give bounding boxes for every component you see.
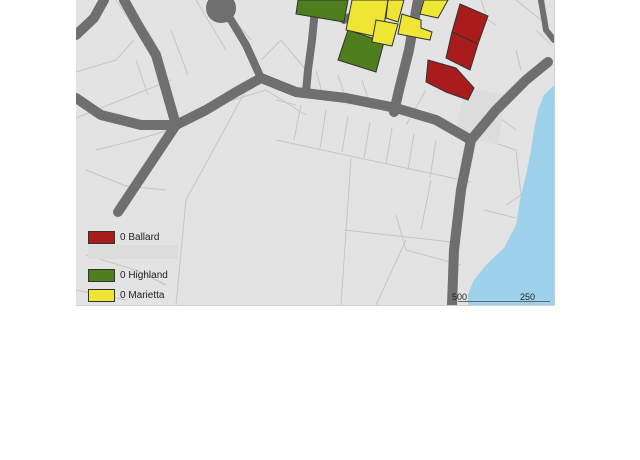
legend-item-ballard: 0 Ballard: [88, 230, 159, 244]
highlighted-parcels: [295, 0, 489, 101]
scale-bar: [458, 301, 550, 302]
parcel-marietta: [371, 19, 399, 47]
parcel-highland: [295, 0, 349, 23]
legend-item-highland: 0 Highland: [88, 268, 168, 282]
parcel-map[interactable]: 0 Ballard 0 Highland 0 Marietta 500 250: [76, 0, 555, 306]
legend-swatch-ballard: [88, 230, 115, 244]
legend-item-marietta: 0 Marietta: [88, 288, 164, 302]
legend-label-marietta: 0 Marietta: [120, 289, 165, 301]
legend-swatch-highland: [88, 268, 115, 282]
legend-label-ballard: 0 Ballard: [120, 231, 160, 243]
legend-label-highland: 0 Highland: [120, 269, 168, 281]
legend-swatch-marietta: [88, 288, 115, 302]
road-network: [76, 0, 554, 305]
map-canvas: [76, 0, 554, 305]
parcel-marietta: [397, 13, 433, 41]
parcel-marietta: [419, 0, 449, 19]
legend-placeholder: [88, 245, 178, 259]
